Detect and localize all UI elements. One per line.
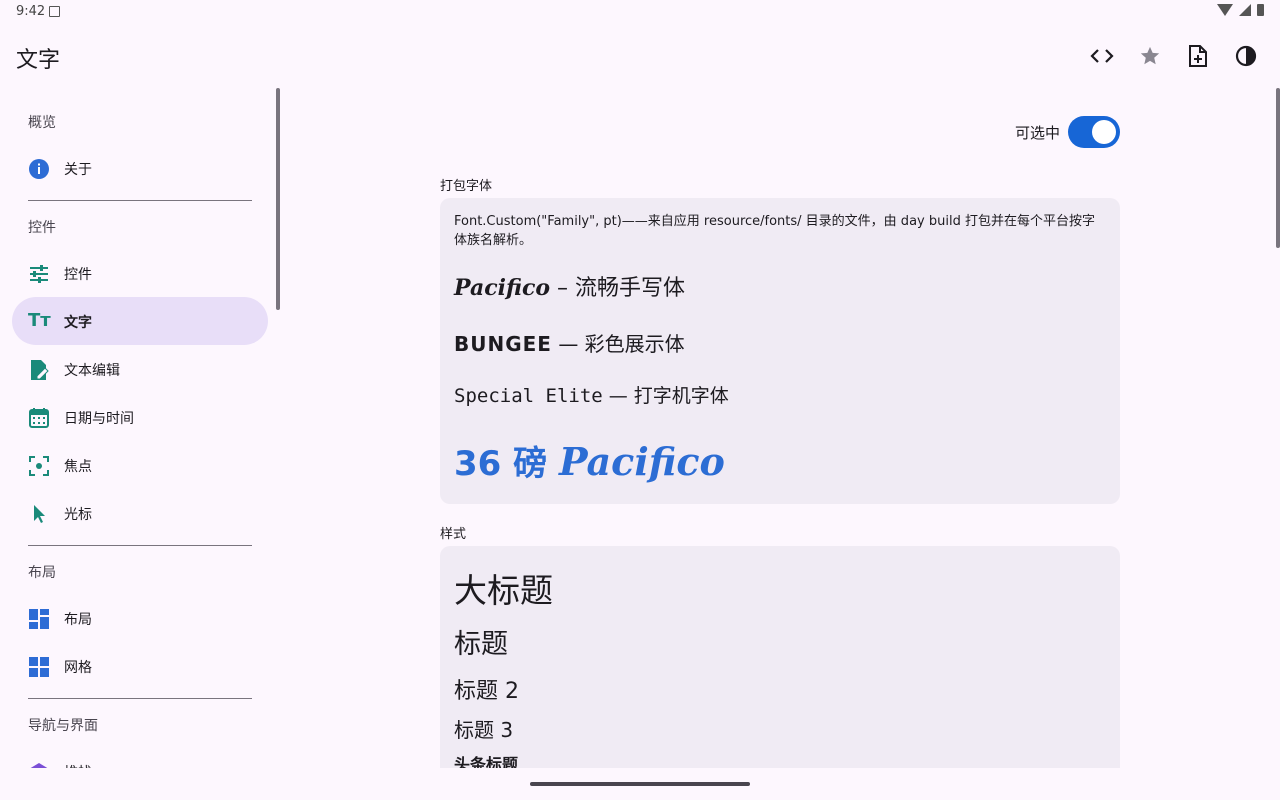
- nav-item-cursor[interactable]: 光标: [12, 489, 268, 537]
- star-icon: [1140, 46, 1160, 65]
- nav-divider: [28, 200, 252, 201]
- nav-item-about[interactable]: 关于: [12, 144, 268, 192]
- nav-item-label: 焦点: [64, 459, 92, 475]
- status-icons: [1217, 4, 1264, 16]
- nav-item-label: 文字: [64, 315, 92, 331]
- bungee-sample: BUNGEE — 彩色展示体: [454, 328, 685, 357]
- nav-item-widgets[interactable]: 控件: [12, 249, 268, 297]
- nav-item-date-time[interactable]: 日期与时间: [12, 393, 268, 441]
- size-label: 36 磅: [454, 444, 559, 484]
- style-large-title: 大标题: [454, 571, 553, 610]
- navigation-drawer: 概览 关于 控件 控件 Tт 文字 文本编辑 日期与时间 焦点 光标 布局 布局…: [0, 88, 280, 768]
- section-label-styles: 样式: [440, 527, 467, 542]
- nav-item-label: 堆栈: [64, 762, 92, 768]
- nav-header-navigation: 导航与界面: [28, 718, 98, 734]
- nav-item-label: 关于: [64, 162, 92, 178]
- selectable-switch[interactable]: [1068, 116, 1121, 148]
- status-bar: 9:42: [0, 0, 1280, 24]
- pacifico-sample: Pacifico – 流畅手写体: [454, 270, 685, 302]
- notification-icon: [49, 6, 60, 17]
- styles-card: 大标题 标题 标题 2 标题 3 头条标题: [440, 546, 1120, 768]
- nav-item-label: 控件: [64, 267, 92, 283]
- add-document-icon: [1189, 45, 1207, 67]
- bungee-name: BUNGEE: [454, 332, 552, 356]
- bungee-desc: — 彩色展示体: [551, 332, 685, 356]
- nav-item-label: 文本编辑: [64, 363, 120, 379]
- text-fields-icon: Tт: [28, 310, 51, 331]
- pacifico-large: Pacifico: [559, 439, 725, 484]
- nav-item-text[interactable]: Tт 文字: [12, 297, 268, 345]
- nav-item-label: 光标: [64, 507, 92, 523]
- nav-item-label: 网格: [64, 660, 92, 676]
- style-title3: 标题 3: [454, 718, 514, 742]
- favorite-button[interactable]: [1136, 40, 1164, 72]
- add-document-button[interactable]: [1184, 40, 1212, 72]
- grid-icon: [29, 657, 49, 677]
- special-elite-desc: — 打字机字体: [602, 385, 729, 407]
- switch-knob: [1092, 120, 1117, 144]
- nav-item-text-editing[interactable]: 文本编辑: [12, 345, 268, 393]
- calendar-icon: [29, 408, 49, 428]
- nav-item-layout[interactable]: 布局: [12, 594, 268, 642]
- contrast-icon: [1235, 45, 1257, 67]
- theme-toggle-button[interactable]: [1232, 40, 1260, 72]
- focus-icon: [29, 456, 49, 476]
- home-indicator[interactable]: [530, 782, 750, 786]
- page-title: 文字: [16, 48, 61, 73]
- cursor-icon: [34, 505, 45, 523]
- nav-divider: [28, 698, 252, 699]
- nav-item-label: 日期与时间: [64, 411, 134, 427]
- nav-header-layout: 布局: [28, 565, 56, 581]
- wifi-icon: [1217, 4, 1233, 16]
- code-button[interactable]: [1088, 40, 1116, 72]
- battery-icon: [1257, 4, 1264, 16]
- content-scrollbar[interactable]: [1276, 88, 1280, 248]
- bundled-fonts-card: Font.Custom("Family", pt)——来自应用 resource…: [440, 198, 1120, 504]
- style-headline: 头条标题: [454, 755, 519, 768]
- signal-icon: [1239, 4, 1251, 16]
- style-title2: 标题 2: [454, 679, 519, 704]
- nav-item-focus[interactable]: 焦点: [12, 441, 268, 489]
- info-icon: [29, 159, 49, 179]
- nav-item-label: 布局: [64, 612, 92, 628]
- nav-header-widgets: 控件: [28, 220, 56, 236]
- dashboard-icon: [29, 609, 49, 629]
- nav-item-grid[interactable]: 网格: [12, 642, 268, 690]
- special-elite-name: Special Elite: [454, 385, 603, 407]
- status-time: 9:42: [16, 4, 46, 19]
- main-content: 可选中 打包字体 Font.Custom("Family", pt)——来自应用…: [280, 88, 1280, 768]
- selectable-label: 可选中: [1015, 123, 1061, 142]
- selectable-toggle-row: 可选中: [1015, 116, 1121, 148]
- special-elite-sample: Special Elite — 打字机字体: [454, 381, 729, 408]
- layers-icon: [30, 763, 48, 768]
- nav-item-stack[interactable]: 堆栈: [12, 747, 268, 768]
- bundled-fonts-description: Font.Custom("Family", pt)——来自应用 resource…: [454, 214, 1095, 248]
- section-label-bundled-fonts: 打包字体: [440, 179, 493, 194]
- edit-document-icon: [31, 360, 49, 380]
- toolbar-actions: [1088, 40, 1260, 72]
- nav-header-overview: 概览: [28, 115, 56, 131]
- style-title: 标题: [454, 629, 508, 660]
- nav-divider: [28, 545, 252, 546]
- tune-icon: [30, 265, 48, 283]
- pacifico-name: Pacifico: [454, 275, 551, 301]
- code-icon: [1090, 49, 1114, 63]
- pacifico-36pt-sample: 36 磅 Pacifico: [454, 436, 725, 485]
- pacifico-desc: – 流畅手写体: [550, 276, 686, 301]
